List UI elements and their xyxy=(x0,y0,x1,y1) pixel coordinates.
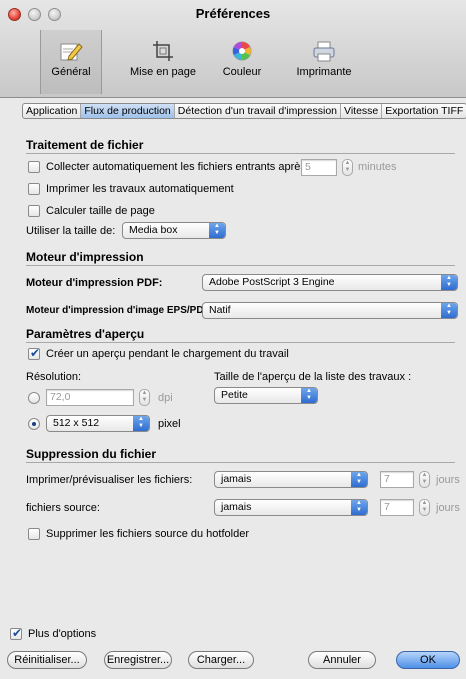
auto-collect-minutes-field[interactable]: 5 xyxy=(301,159,337,176)
tab-tiff-export[interactable]: Exportation TIFF xyxy=(382,104,466,118)
color-wheel-icon xyxy=(232,41,252,61)
delete-hotfolder-checkbox[interactable] xyxy=(28,528,40,540)
print-files-select[interactable]: jamais ▲ ▼ xyxy=(214,471,368,488)
list-preview-size-value: Petite xyxy=(221,389,248,401)
auto-collect-label: Collecter automatiquement les fichiers e… xyxy=(46,161,306,173)
source-files-select[interactable]: jamais ▲ ▼ xyxy=(214,499,368,516)
toolbar-printer[interactable]: Imprimante xyxy=(288,30,360,94)
list-preview-size-label: Taille de l'aperçu de la liste des trava… xyxy=(214,371,412,383)
create-preview-label: Créer un aperçu pendant le chargement du… xyxy=(46,348,289,360)
more-options-checkbox[interactable] xyxy=(10,626,22,640)
pixel-size-select[interactable]: 512 x 512 ▲ ▼ xyxy=(46,415,150,432)
auto-collect-stepper[interactable]: ▲ ▼ xyxy=(342,159,353,176)
updown-arrow-icon: ▲ ▼ xyxy=(209,223,225,238)
delete-hotfolder-label: Supprimer les fichiers source du hotfold… xyxy=(46,528,249,540)
use-size-label: Utiliser la taille de: xyxy=(26,225,116,237)
auto-collect-checkbox[interactable] xyxy=(28,161,40,173)
toolbar-color-label: Couleur xyxy=(222,66,262,78)
tab-speed[interactable]: Vitesse xyxy=(341,104,383,118)
list-preview-size-select[interactable]: Petite ▲ ▼ xyxy=(214,387,318,404)
tab-workflow[interactable]: Flux de production xyxy=(81,104,175,118)
print-engine-heading: Moteur d'impression xyxy=(26,250,144,264)
auto-print-checkbox[interactable] xyxy=(28,183,40,195)
preview-heading: Paramètres d'aperçu xyxy=(26,327,145,341)
source-files-value: jamais xyxy=(221,501,252,513)
dpi-radio[interactable] xyxy=(28,392,40,404)
create-preview-checkbox[interactable] xyxy=(28,346,40,360)
print-files-days-stepper[interactable]: ▲ ▼ xyxy=(419,471,430,488)
pixel-size-value: 512 x 512 xyxy=(53,417,100,429)
eps-engine-label: Moteur d'impression d'image EPS/PDF: xyxy=(26,305,214,316)
updown-arrow-icon: ▲ ▼ xyxy=(441,303,457,318)
source-files-label: fichiers source: xyxy=(26,502,100,514)
window-title: Préférences xyxy=(195,6,271,21)
toolbar-general-label: Général xyxy=(51,66,91,78)
dpi-unit-label: dpi xyxy=(158,392,173,404)
save-button[interactable]: Enregistrer... xyxy=(104,651,172,669)
divider xyxy=(26,265,455,266)
updown-arrow-icon: ▲ ▼ xyxy=(133,416,149,431)
pdf-engine-label: Moteur d'impression PDF: xyxy=(26,277,163,289)
calc-page-size-checkbox[interactable] xyxy=(28,205,40,217)
resolution-label: Résolution: xyxy=(26,371,82,383)
toolbar-color[interactable]: Couleur xyxy=(214,30,270,94)
pixel-unit-label: pixel xyxy=(158,418,181,430)
load-button[interactable]: Charger... xyxy=(188,651,254,669)
source-files-days-unit: jours xyxy=(436,502,460,514)
minutes-unit-label: minutes xyxy=(358,161,397,173)
divider xyxy=(26,342,455,343)
print-files-days-unit: jours xyxy=(436,474,460,486)
toolbar-printer-label: Imprimante xyxy=(296,66,352,78)
source-files-days-stepper[interactable]: ▲ ▼ xyxy=(419,499,430,516)
use-size-value: Media box xyxy=(129,224,178,236)
tab-print-detection[interactable]: Détection d'un travail d'impression xyxy=(175,104,342,118)
pencil-notepad-icon xyxy=(60,43,83,61)
updown-arrow-icon: ▲ ▼ xyxy=(301,388,317,403)
toolbar-general[interactable]: Général xyxy=(40,30,102,94)
print-files-value: jamais xyxy=(221,473,252,485)
auto-print-label: Imprimer les travaux automatiquement xyxy=(46,183,234,195)
divider xyxy=(26,153,455,154)
more-options-label: Plus d'options xyxy=(28,628,97,640)
toolbar-page-layout[interactable]: Mise en page xyxy=(124,30,202,94)
tab-application[interactable]: Application xyxy=(23,104,82,118)
ok-button[interactable]: OK xyxy=(396,651,460,669)
pdf-engine-select[interactable]: Adobe PostScript 3 Engine ▲ ▼ xyxy=(202,274,458,291)
updown-arrow-icon: ▲ ▼ xyxy=(441,275,457,290)
print-files-label: Imprimer/prévisualiser les fichiers: xyxy=(26,474,193,486)
calc-page-size-label: Calculer taille de page xyxy=(46,205,155,217)
preferences-window: Préférences Général Mise en page Couleur… xyxy=(0,0,466,679)
tab-bar: Application Flux de production Détection… xyxy=(22,103,466,119)
printer-icon xyxy=(313,41,335,62)
file-deletion-heading: Suppression du fichier xyxy=(26,447,157,461)
updown-arrow-icon: ▲ ▼ xyxy=(351,472,367,487)
divider xyxy=(26,462,455,463)
reset-button[interactable]: Réinitialiser... xyxy=(7,651,87,669)
workflow-panel: Traitement de fichier Collecter automati… xyxy=(18,124,463,614)
cancel-button[interactable]: Annuler xyxy=(308,651,376,669)
print-files-days-field[interactable]: 7 xyxy=(380,471,414,488)
eps-engine-value: Natif xyxy=(209,304,231,316)
file-processing-heading: Traitement de fichier xyxy=(26,138,144,152)
crop-layout-icon xyxy=(153,41,173,61)
use-size-select[interactable]: Media box ▲ ▼ xyxy=(122,222,226,239)
source-files-days-field[interactable]: 7 xyxy=(380,499,414,516)
updown-arrow-icon: ▲ ▼ xyxy=(351,500,367,515)
pdf-engine-value: Adobe PostScript 3 Engine xyxy=(209,276,335,288)
dpi-field[interactable]: 72,0 xyxy=(46,389,134,406)
pixel-radio[interactable] xyxy=(28,418,40,430)
title-bar: Préférences Général Mise en page Couleur… xyxy=(0,0,466,98)
dpi-stepper[interactable]: ▲ ▼ xyxy=(139,389,150,406)
toolbar-page-layout-label: Mise en page xyxy=(129,66,197,78)
eps-engine-select[interactable]: Natif ▲ ▼ xyxy=(202,302,458,319)
